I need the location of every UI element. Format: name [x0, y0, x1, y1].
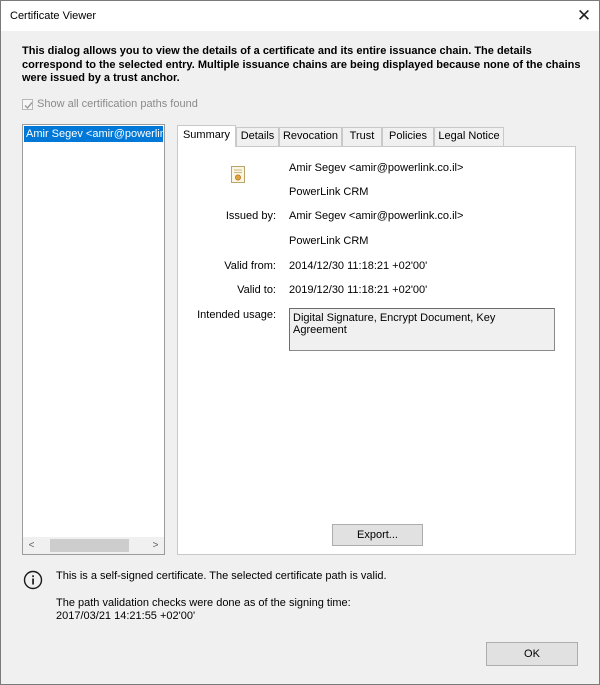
issuer-name: Amir Segev <amir@powerlink.co.il> [289, 210, 464, 222]
scrollbar-thumb[interactable] [50, 539, 129, 552]
checkbox-box[interactable] [22, 98, 33, 110]
tab-policies[interactable]: Policies [382, 127, 434, 146]
validation-note-text: The path validation checks were done as … [56, 597, 351, 609]
tab-revocation[interactable]: Revocation [279, 127, 342, 146]
intro-text: This dialog allows you to view the detai… [22, 45, 581, 84]
issuer-org: PowerLink CRM [289, 235, 369, 247]
scroll-left-icon[interactable]: < [23, 537, 40, 554]
intended-usage-label: Intended usage: [197, 309, 276, 321]
valid-from-value: 2014/12/30 11:18:21 +02'00' [289, 260, 428, 272]
checkmark-icon [24, 101, 33, 109]
tab-summary[interactable]: Summary [177, 125, 236, 147]
validation-note: The path validation checks were done as … [56, 597, 351, 623]
valid-to-label: Valid to: [237, 284, 276, 296]
certificate-viewer-dialog: Certificate Viewer ✕ This dialog allows … [0, 0, 600, 685]
summary-panel: Amir Segev <amir@powerlink.co.il> PowerL… [177, 146, 576, 555]
horizontal-scrollbar[interactable]: < > [23, 537, 164, 554]
info-icon [23, 570, 43, 590]
valid-to-value: 2019/12/30 11:18:21 +02'00' [289, 284, 428, 296]
title-bar: Certificate Viewer ✕ [1, 1, 599, 31]
intended-usage-field[interactable]: Digital Signature, Encrypt Document, Key… [289, 308, 555, 351]
issued-by-label: Issued by: [225, 210, 276, 222]
show-all-paths-label: Show all certification paths found [37, 98, 198, 110]
ok-button-label: OK [524, 648, 540, 660]
path-list-item[interactable]: Amir Segev <amir@powerlink.co.il> [24, 126, 163, 142]
tab-details[interactable]: Details [236, 127, 279, 146]
scroll-right-icon[interactable]: > [147, 537, 164, 554]
tab-legal-notice[interactable]: Legal Notice [434, 127, 504, 146]
tab-trust[interactable]: Trust [342, 127, 382, 146]
show-all-paths-checkbox[interactable]: Show all certification paths found [22, 98, 198, 110]
export-button-label: Export... [357, 529, 398, 541]
ok-button[interactable]: OK [486, 642, 578, 666]
export-button[interactable]: Export... [332, 524, 423, 546]
certificate-icon [231, 166, 245, 183]
subject-org: PowerLink CRM [289, 186, 369, 198]
valid-from-label: Valid from: [224, 260, 276, 272]
certificate-path-list[interactable]: Amir Segev <amir@powerlink.co.il> < > [22, 124, 165, 555]
validation-time: 2017/03/21 14:21:55 +02'00' [56, 610, 196, 622]
close-icon[interactable]: ✕ [569, 1, 599, 31]
status-message: This is a self-signed certificate. The s… [56, 570, 387, 582]
window-title: Certificate Viewer [10, 10, 96, 22]
subject-name: Amir Segev <amir@powerlink.co.il> [289, 162, 464, 174]
